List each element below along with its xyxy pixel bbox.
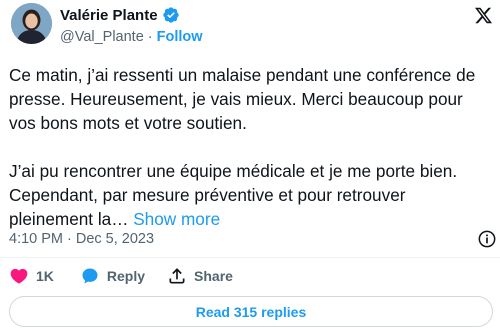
reply-label: Reply [106,268,146,284]
speech-bubble-icon [82,268,98,284]
handle-separator: · [147,29,153,45]
author-handle[interactable]: @Val_Plante [60,29,144,45]
tweet-actions: 1K Reply Share [9,264,233,288]
heart-icon [10,268,28,284]
share-button[interactable]: Share [167,266,233,286]
author-handle-row: @Val_Plante · Follow [60,27,203,47]
tweet-time: 4:10 PM [9,231,63,247]
info-icon[interactable] [477,229,497,249]
x-logo-icon[interactable] [474,6,493,25]
avatar[interactable] [11,3,52,44]
author-display-name[interactable]: Valérie Plante [60,7,158,24]
like-count: 1K [36,268,54,284]
tweet-timestamp[interactable]: 4:10 PM · Dec 5, 2023 [9,229,154,249]
reply-button[interactable]: Reply [80,266,145,286]
share-upload-icon [169,268,185,284]
share-label: Share [194,268,233,284]
tweet-paragraph-2: J’ai pu rencontrer une équipe médicale e… [9,161,462,229]
verified-badge-icon[interactable] [162,6,180,24]
divider [0,257,500,258]
author-name-row: Valérie Plante [60,5,180,25]
avatar-image [11,3,52,44]
read-replies-label: Read 315 replies [195,303,307,320]
tweet-date: Dec 5, 2023 [75,231,155,247]
tweet-paragraph-1: Ce matin, j’ai ressenti un malaise penda… [9,65,481,133]
timestamp-separator: · [67,231,72,247]
tweet-text: Ce matin, j’ai ressenti un malaise penda… [9,63,493,231]
like-button[interactable]: 1K [9,266,54,286]
show-more-link[interactable]: Show more [133,209,220,229]
follow-button[interactable]: Follow [157,29,203,45]
read-replies-button[interactable]: Read 315 replies [9,296,493,327]
